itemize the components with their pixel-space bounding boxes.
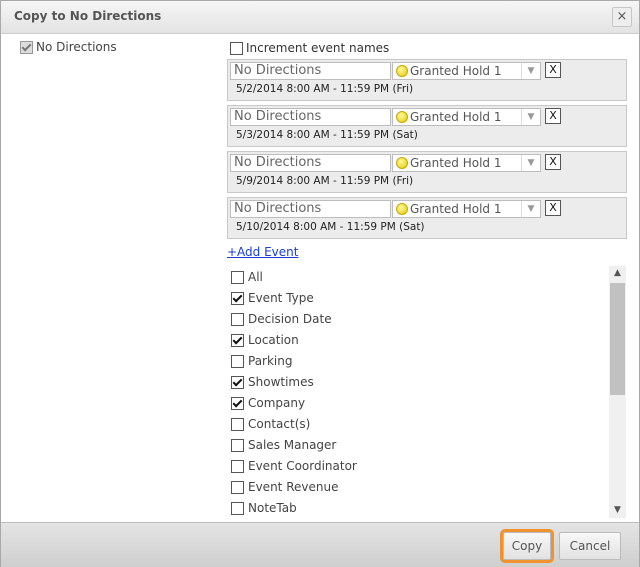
field-option-parking[interactable]: Parking xyxy=(231,354,293,372)
field-option-notetab[interactable]: NoteTab xyxy=(231,501,297,518)
field-checkbox[interactable] xyxy=(231,418,244,431)
status-value: Granted Hold 1 xyxy=(410,156,502,170)
status-dot-icon xyxy=(396,157,408,169)
increment-names-label: Increment event names xyxy=(246,41,390,55)
field-label: Event Type xyxy=(248,291,314,305)
field-label: Showtimes xyxy=(248,375,314,389)
copy-dialog: Copy to No Directions × No Directions In… xyxy=(0,0,640,567)
status-value: Granted Hold 1 xyxy=(410,64,502,78)
field-option-event-type[interactable]: Event Type xyxy=(231,291,314,309)
copy-button[interactable]: Copy xyxy=(500,529,554,563)
event-card: No Directions Granted Hold 1 ▼ X 5/9/201… xyxy=(227,151,627,193)
event-date: 5/9/2014 8:00 AM - 11:59 PM (Fri) xyxy=(236,175,414,187)
field-checkbox[interactable] xyxy=(231,460,244,473)
field-option-decision-date[interactable]: Decision Date xyxy=(231,312,332,330)
event-card: No Directions Granted Hold 1 ▼ X 5/2/201… xyxy=(227,59,627,101)
remove-event-button[interactable]: X xyxy=(545,154,561,170)
event-name-input[interactable]: No Directions xyxy=(230,62,391,80)
field-label: Location xyxy=(248,333,299,347)
chevron-down-icon[interactable]: ▼ xyxy=(521,109,540,125)
field-label: Company xyxy=(248,396,306,410)
field-checkbox[interactable] xyxy=(231,481,244,494)
event-card: No Directions Granted Hold 1 ▼ X 5/10/20… xyxy=(227,197,627,239)
field-checkbox[interactable] xyxy=(231,313,244,326)
scroll-thumb[interactable] xyxy=(610,283,625,395)
increment-names-option[interactable]: Increment event names xyxy=(230,41,389,55)
chevron-down-icon[interactable]: ▼ xyxy=(521,155,540,171)
field-option-showtimes[interactable]: Showtimes xyxy=(231,375,314,393)
remove-event-button[interactable]: X xyxy=(545,62,561,78)
status-value: Granted Hold 1 xyxy=(410,202,502,216)
field-label: NoteTab xyxy=(248,501,297,515)
field-label: Event Revenue xyxy=(248,480,339,494)
status-value: Granted Hold 1 xyxy=(410,110,502,124)
event-date: 5/10/2014 8:00 AM - 11:59 PM (Sat) xyxy=(236,221,425,233)
field-label: Event Coordinator xyxy=(248,459,357,473)
source-event-checkbox xyxy=(20,41,33,54)
status-dot-icon xyxy=(396,111,408,123)
chevron-down-icon[interactable]: ▼ xyxy=(521,201,540,217)
field-checkbox[interactable] xyxy=(231,397,244,410)
field-option-location[interactable]: Location xyxy=(231,333,299,351)
dialog-title: Copy to No Directions xyxy=(14,9,162,23)
close-icon[interactable]: × xyxy=(612,7,632,27)
increment-names-checkbox[interactable] xyxy=(230,42,243,55)
event-card: No Directions Granted Hold 1 ▼ X 5/3/201… xyxy=(227,105,627,147)
event-date: 5/2/2014 8:00 AM - 11:59 PM (Fri) xyxy=(236,83,414,95)
field-label: Parking xyxy=(248,354,293,368)
field-option-event-revenue[interactable]: Event Revenue xyxy=(231,480,338,498)
event-name-input[interactable]: No Directions xyxy=(230,108,391,126)
source-event-option: No Directions xyxy=(20,40,117,54)
field-label: Decision Date xyxy=(248,312,332,326)
status-select[interactable]: Granted Hold 1 ▼ xyxy=(392,62,541,80)
scroll-up-icon[interactable]: ▲ xyxy=(609,266,626,281)
chevron-down-icon[interactable]: ▼ xyxy=(521,63,540,79)
status-dot-icon xyxy=(396,203,408,215)
cancel-button[interactable]: Cancel xyxy=(559,532,621,560)
dialog-footer: Copy Cancel xyxy=(1,522,639,567)
event-date: 5/3/2014 8:00 AM - 11:59 PM (Sat) xyxy=(236,129,418,141)
field-option-company[interactable]: Company xyxy=(231,396,305,414)
field-checkbox[interactable] xyxy=(231,502,244,515)
remove-event-button[interactable]: X xyxy=(545,200,561,216)
field-checkbox[interactable] xyxy=(231,271,244,284)
source-event-label: No Directions xyxy=(36,40,117,54)
scroll-down-icon[interactable]: ▼ xyxy=(609,503,626,518)
field-checkbox[interactable] xyxy=(231,292,244,305)
field-label: Sales Manager xyxy=(248,438,337,452)
status-dot-icon xyxy=(396,65,408,77)
field-label: All xyxy=(248,270,263,284)
field-checkbox[interactable] xyxy=(231,439,244,452)
dialog-titlebar: Copy to No Directions × xyxy=(1,1,639,34)
event-name-input[interactable]: No Directions xyxy=(230,154,391,172)
field-option-all[interactable]: All xyxy=(231,270,263,288)
add-event-link[interactable]: +Add Event xyxy=(227,245,298,259)
remove-event-button[interactable]: X xyxy=(545,108,561,124)
status-select[interactable]: Granted Hold 1 ▼ xyxy=(392,154,541,172)
field-checkbox[interactable] xyxy=(231,376,244,389)
field-checkbox[interactable] xyxy=(231,355,244,368)
field-option-sales-manager[interactable]: Sales Manager xyxy=(231,438,336,456)
event-name-input[interactable]: No Directions xyxy=(230,200,391,218)
field-label: Contact(s) xyxy=(248,417,311,431)
field-checkbox[interactable] xyxy=(231,334,244,347)
field-option-event-coordinator[interactable]: Event Coordinator xyxy=(231,459,357,477)
status-select[interactable]: Granted Hold 1 ▼ xyxy=(392,200,541,218)
copy-fields-list: All Event Type Decision Date Location Pa… xyxy=(227,266,626,518)
fields-scrollbar[interactable]: ▲ ▼ xyxy=(609,266,626,518)
status-select[interactable]: Granted Hold 1 ▼ xyxy=(392,108,541,126)
field-option-contacts[interactable]: Contact(s) xyxy=(231,417,310,435)
